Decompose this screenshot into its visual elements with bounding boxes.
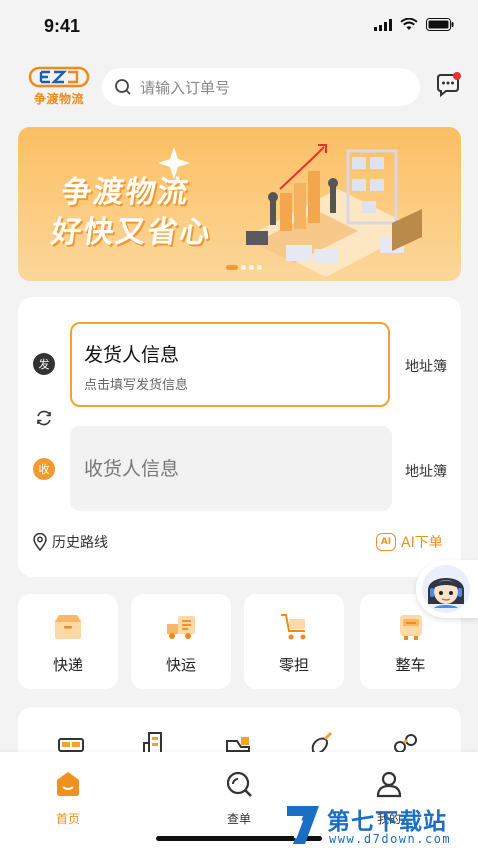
battery-icon [426, 18, 454, 31]
sender-title: 发货人信息 [84, 344, 180, 366]
customer-service-button[interactable] [416, 560, 478, 618]
receiver-address-book-link[interactable]: 地址簿 [405, 461, 447, 481]
search-icon [115, 79, 131, 95]
sender-subtitle: 点击填写发货信息 [84, 378, 189, 393]
sender-info-field[interactable]: 发货人信息 点击填写发货信息 [70, 322, 390, 407]
banner-dot [249, 265, 254, 270]
ai-order-label: AI下单 [401, 535, 443, 551]
service-label: 快运 [165, 656, 196, 674]
banner-pagination [226, 265, 262, 270]
location-pin-icon [33, 533, 47, 551]
message-icon [437, 72, 461, 98]
tab-home[interactable]: 首页 [33, 770, 103, 827]
watermark-url: www.d7down.com [329, 832, 452, 846]
watermark: 第七下载站 www.d7down.com [283, 798, 478, 850]
banner-dot [241, 265, 246, 270]
promo-banner[interactable]: 争渡物流 好快又省心 [18, 127, 461, 281]
box-icon [55, 615, 81, 639]
service-label: 整车 [395, 656, 426, 674]
service-express[interactable]: 快递 [18, 594, 118, 689]
service-label: 快递 [52, 656, 83, 674]
history-routes-button[interactable]: 历史路线 [32, 532, 108, 552]
logo-mark-icon [28, 66, 90, 88]
swap-icon[interactable] [33, 407, 55, 429]
assistant-avatar-icon [422, 565, 470, 613]
service-ltl[interactable]: 零担 [244, 594, 344, 689]
service-fast-freight[interactable]: 快运 [131, 594, 231, 689]
shipping-address-card: 发 收 发货人信息 点击填写发货信息 地址簿 收货人信息 地址簿 历史路线 AI… [18, 297, 461, 577]
watermark-title: 第七下载站 [327, 809, 447, 835]
signal-icon [374, 18, 392, 31]
status-time: 9:41 [44, 16, 81, 36]
user-icon [376, 771, 402, 798]
receiver-info-field[interactable]: 收货人信息 [70, 426, 392, 511]
wifi-icon [400, 18, 418, 30]
message-button[interactable] [434, 72, 462, 100]
tab-orders[interactable]: 查单 [204, 770, 274, 827]
status-bar: 9:41 [0, 0, 478, 54]
logo-text: 争渡物流 [33, 92, 84, 106]
logo: 争渡物流 [28, 66, 90, 108]
tab-label: 首页 [55, 812, 80, 826]
cart-icon [281, 614, 306, 640]
receiver-badge: 收 [33, 458, 55, 480]
ai-icon: AI [376, 533, 396, 551]
search-input[interactable]: 请输入订单号 [140, 77, 230, 98]
status-icons [374, 18, 454, 31]
banner-dot-active [226, 265, 238, 270]
sender-address-book-link[interactable]: 地址簿 [405, 356, 447, 376]
tab-label: 查单 [226, 812, 251, 826]
sender-badge: 发 [33, 353, 55, 375]
truck-icon [167, 616, 195, 639]
ai-order-button[interactable]: AI AI下单 [376, 532, 443, 552]
banner-dot [257, 265, 262, 270]
receiver-title: 收货人信息 [84, 458, 180, 480]
service-label: 零担 [278, 656, 309, 674]
search-icon [226, 771, 252, 797]
banner-slogan: 好快又省心 [49, 215, 214, 250]
history-routes-label: 历史路线 [52, 535, 108, 551]
watermark-logo-icon [287, 806, 319, 844]
search-bar[interactable]: 请输入订单号 [102, 68, 420, 106]
header: 争渡物流 请输入订单号 [0, 64, 478, 108]
home-icon [57, 772, 79, 796]
banner-headline: 争渡物流 [59, 175, 192, 210]
